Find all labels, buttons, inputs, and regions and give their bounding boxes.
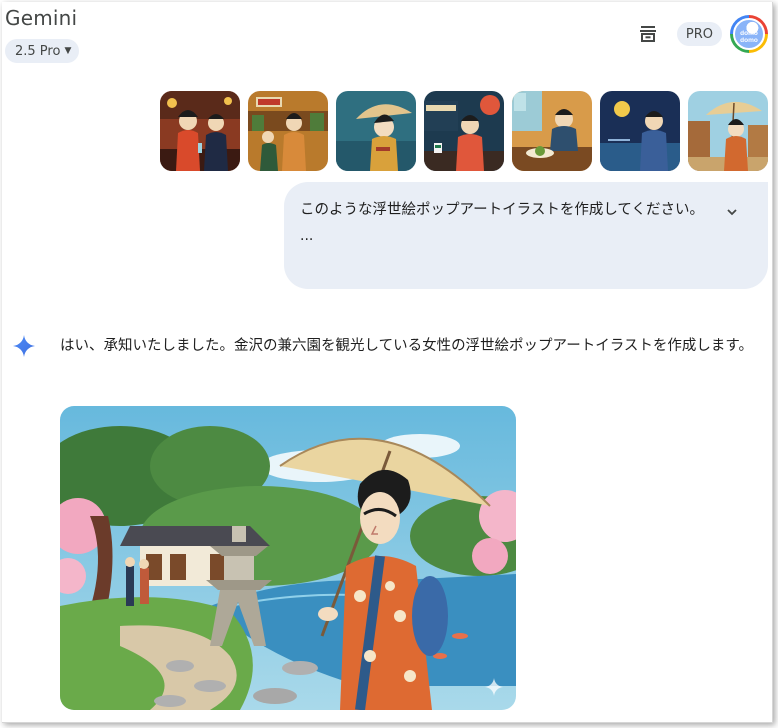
model-label: 2.5 Pro — [15, 43, 61, 59]
attachment-thumbnails — [160, 91, 768, 171]
attachment-dining-table[interactable] — [512, 91, 592, 171]
user-message-bubble: このような浮世絵ポップアートイラストを作成してください。 ... — [284, 182, 768, 289]
attachment-street-shop[interactable] — [248, 91, 328, 171]
account-avatar-button[interactable]: domo domo — [730, 15, 768, 53]
generated-image[interactable] — [60, 406, 516, 710]
attachment-night-moon[interactable] — [600, 91, 680, 171]
expand-message-button[interactable] — [720, 200, 744, 224]
avatar-text: domo — [740, 37, 758, 44]
chevron-down-icon — [727, 209, 737, 216]
gemini-sparkle-icon — [13, 335, 35, 357]
avatar: domo domo — [733, 18, 765, 50]
caret-down-icon: ▼ — [64, 46, 72, 56]
response-text: はい、承知いたしました。金沢の兼六園を観光している女性の浮世絵ポップアートイラス… — [60, 338, 753, 354]
user-message-text: このような浮世絵ポップアートイラストを作成してください。 — [300, 202, 704, 218]
attachment-starbucks-cafe[interactable] — [424, 91, 504, 171]
truncation-ellipsis: ... — [300, 228, 314, 244]
attachment-bar-scene[interactable] — [160, 91, 240, 171]
temporary-chat-icon — [639, 26, 656, 42]
app-title: Gemini — [5, 6, 78, 30]
pro-badge: PRO — [676, 22, 722, 46]
avatar-text: domo — [740, 30, 758, 37]
attachment-woman-portrait[interactable] — [336, 91, 416, 171]
temporary-chat-button[interactable] — [631, 17, 665, 51]
attachment-parasol-street[interactable] — [688, 91, 768, 171]
gemini-window: Gemini 2.5 Pro ▼ PRO domo domo このような浮世絵ポ… — [2, 2, 773, 723]
top-actions: PRO domo domo — [631, 15, 768, 53]
model-selector[interactable]: 2.5 Pro ▼ — [5, 39, 80, 63]
